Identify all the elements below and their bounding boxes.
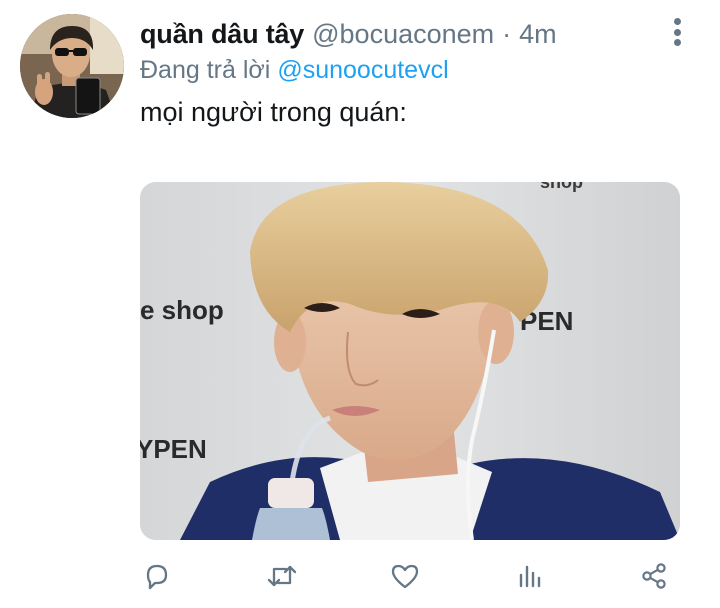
header-separator: ·: [502, 19, 512, 49]
media-sign-text: YPEN: [140, 434, 207, 464]
replying-to-label: Đang trả lời: [140, 56, 271, 84]
tweet-actions: [0, 556, 720, 596]
reply-mention-link[interactable]: @sunoocutevcl: [277, 56, 448, 84]
analytics-icon: [519, 565, 541, 588]
media-sign-text: shop: [540, 182, 583, 192]
reply-icon: [146, 564, 168, 590]
more-dot-icon: [673, 28, 681, 36]
share-icon: [642, 563, 666, 589]
retweet-icon: [267, 565, 297, 587]
more-options-button[interactable]: [662, 16, 692, 48]
tweet: quần dâu tây @bocuaconem · 4m Đang trả l…: [0, 0, 720, 608]
media-sign-text: e shop: [140, 295, 224, 325]
display-name[interactable]: quần dâu tây: [140, 16, 304, 52]
timestamp[interactable]: 4m: [519, 16, 557, 52]
user-handle[interactable]: @bocuaconem: [312, 16, 494, 52]
media-image: e shop YPEN PEN shop: [140, 182, 680, 540]
more-dot-icon: [673, 39, 681, 46]
tweet-header: quần dâu tây @bocuaconem · 4m: [140, 16, 557, 52]
more-dot-icon: [673, 18, 681, 25]
analytics-button[interactable]: [510, 556, 550, 596]
avatar[interactable]: [20, 14, 124, 118]
replying-to: Đang trả lời @sunoocutevcl: [140, 54, 449, 86]
like-icon: [391, 564, 419, 589]
retweet-button[interactable]: [262, 556, 302, 596]
tweet-media-photo[interactable]: e shop YPEN PEN shop: [140, 182, 680, 540]
like-button[interactable]: [385, 556, 425, 596]
avatar-image: [20, 14, 124, 118]
tweet-text: mọi người trong quán:: [140, 97, 407, 127]
share-button[interactable]: [634, 556, 674, 596]
reply-button[interactable]: [137, 556, 177, 596]
